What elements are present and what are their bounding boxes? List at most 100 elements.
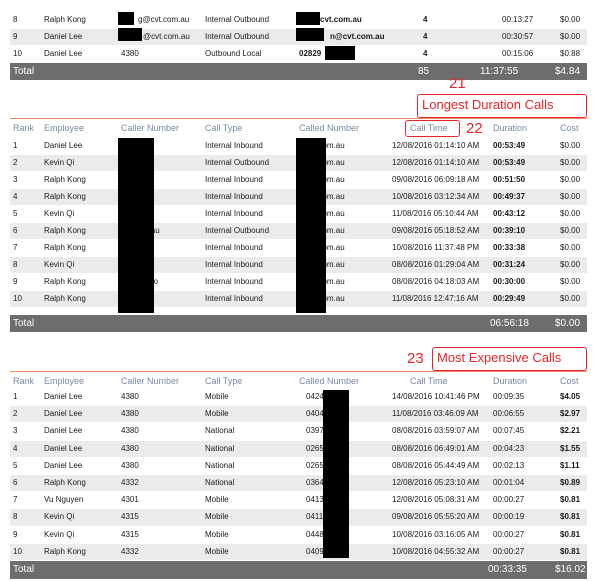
header-called: Called Number <box>299 376 360 386</box>
call-time-cell: 10/08/2016 04:55:32 AM <box>392 546 480 556</box>
call-time-cell: 09/08/2016 05:55:20 AM <box>392 512 480 522</box>
call-type-cell: Internal Inbound <box>205 192 263 201</box>
cost-cell: $0.00 <box>560 243 581 252</box>
duration-cell: 00:00:27 <box>493 546 525 556</box>
caller-cell: 4380 <box>121 460 139 470</box>
employee-cell: Ralph Kong <box>44 175 86 184</box>
call-type-cell: Mobile <box>205 409 229 419</box>
cost-cell: $1.11 <box>560 460 580 470</box>
header-called: Called Number <box>299 123 360 133</box>
call-time-cell: 10/08/2016 03:12:34 AM <box>392 192 480 201</box>
duration-cell: 00:09:35 <box>493 392 525 401</box>
table-row: 6 Ralph Kong 4332 National 03642 12/08/2016 0… <box>10 475 587 492</box>
cost-cell: $0.00 <box>560 209 581 218</box>
duration-cell: 00:15:06 <box>502 49 534 58</box>
duration-cell: 00:01:04 <box>493 478 525 487</box>
cost-cell: $0.81 <box>560 495 581 505</box>
section-title: Longest Duration Calls <box>422 97 554 112</box>
call-time-cell: 08/08/2016 03:59:07 AM <box>392 426 480 436</box>
call-time-cell: 14/08/2016 10:41:46 PM <box>392 392 480 401</box>
caller-cell: @cvt.com.au <box>143 32 190 41</box>
call-time-cell: 11/08/2016 05:10:44 AM <box>392 209 479 218</box>
total-label: Total <box>13 66 35 77</box>
cost-cell: $0.81 <box>560 512 581 522</box>
cost-cell: $0.00 <box>560 277 581 286</box>
employee-cell: Daniel Lee <box>44 141 83 150</box>
rank-cell: 8 <box>13 512 18 522</box>
employee-cell: Ralph Kong <box>44 294 86 303</box>
call-time-cell: 08/08/2016 04:18:03 AM <box>392 277 480 286</box>
cost-cell: $0.88 <box>560 49 581 58</box>
count-cell: 4 <box>423 32 428 41</box>
section-rule <box>10 371 587 372</box>
call-type-cell: Mobile <box>205 512 229 522</box>
caller-cell: 4332 <box>121 478 139 487</box>
table-row: 9 Kevin Qi 4315 Mobile 04489 10/08/2016 03:16… <box>10 527 587 543</box>
annotation-number-22: 22 <box>466 120 483 137</box>
call-time-cell: 12/08/2016 05:08:31 AM <box>392 495 480 505</box>
employee-cell: Kevin Qi <box>44 512 75 522</box>
count-cell: 4 <box>423 49 428 58</box>
call-type-cell: Internal Inbound <box>205 209 263 218</box>
caller-cell: 4380 <box>121 49 139 58</box>
rank-cell: 8 <box>13 15 18 24</box>
duration-cell: 00:00:27 <box>493 495 525 505</box>
header-duration: Duration <box>493 376 528 386</box>
cost-cell: $0.81 <box>560 529 581 539</box>
header-cost: Cost <box>560 123 579 133</box>
duration-cell: 00:30:57 <box>502 32 534 41</box>
rank-cell: 8 <box>13 260 18 269</box>
cost-cell: $0.89 <box>560 478 581 487</box>
cost-cell: $1.55 <box>560 443 581 453</box>
rank-cell: 2 <box>13 409 18 419</box>
employee-cell: Daniel Lee <box>44 32 83 41</box>
table-row: 8 Kevin Qi 4315 Mobile 04111 09/08/2016 05:55… <box>10 509 587 526</box>
rank-cell: 3 <box>13 426 18 436</box>
annotation-number-21: 21 <box>449 75 466 92</box>
cost-cell: $0.00 <box>560 226 581 235</box>
employee-cell: Ralph Kong <box>44 15 86 24</box>
duration-cell: 00:39:10 <box>493 226 526 235</box>
employee-cell: Daniel Lee <box>44 49 83 58</box>
employee-cell: Kevin Qi <box>44 209 75 218</box>
table-row: 7 Vu Nguyen 4301 Mobile 04134 12/08/2016 05:0… <box>10 492 587 508</box>
rank-cell: 6 <box>13 478 18 487</box>
duration-cell: 00:07:45 <box>493 426 525 436</box>
rank-cell: 5 <box>13 209 18 218</box>
total-duration: 00:33:35 <box>488 564 527 575</box>
cost-cell: $0.00 <box>560 15 581 24</box>
table-row: 2 Daniel Lee 4380 Mobile 04048 11/08/2016 03:… <box>10 406 587 423</box>
table-row: 10 Ralph Kong 4332 Mobile 04095 10/08/2016 04… <box>10 543 587 560</box>
table-row: 4 Daniel Lee 4380 National 02653 08/08/2016 0… <box>10 440 587 457</box>
section-title: Most Expensive Calls <box>437 350 562 365</box>
rank-cell: 9 <box>13 32 18 41</box>
duration-cell: 00:06:55 <box>493 409 525 419</box>
cost-cell: $0.00 <box>560 141 581 150</box>
rank-cell: 3 <box>13 175 18 184</box>
rank-cell: 4 <box>13 192 18 201</box>
call-time-cell: 10/08/2016 03:16:05 AM <box>392 529 480 539</box>
table-row: 3 Daniel Lee 4380 National 03973 08/08/2016 0… <box>10 423 587 439</box>
header-employee: Employee <box>44 123 85 133</box>
caller-cell: 4315 <box>121 529 139 539</box>
table-header: Rank Employee Caller Number Call Type Ca… <box>10 121 587 135</box>
table-header: Rank Employee Caller Number Call Type Ca… <box>10 374 587 388</box>
call-type-cell: Internal Inbound <box>205 243 263 252</box>
call-type-cell: Internal Inbound <box>205 260 263 269</box>
header-call-time: Call Time <box>410 376 448 386</box>
call-type-cell: National <box>205 443 235 453</box>
redaction-block <box>296 12 320 25</box>
call-time-highlight <box>405 120 460 137</box>
employee-cell: Kevin Qi <box>44 529 75 539</box>
total-cost: $16.02 <box>555 564 586 575</box>
header-duration: Duration <box>493 123 528 133</box>
caller-cell: 4380 <box>121 443 139 453</box>
call-time-cell: 10/08/2016 11:37:48 PM <box>392 243 480 252</box>
rank-cell: 10 <box>13 49 22 58</box>
caller-cell: 4315 <box>121 512 139 522</box>
total-cost: $0.00 <box>555 318 581 329</box>
call-type-cell: Mobile <box>205 529 229 539</box>
header-cost: Cost <box>560 376 579 386</box>
call-time-cell: 09/08/2016 05:18:52 AM <box>392 226 480 235</box>
called-cell: cvt.com.au <box>320 15 362 24</box>
